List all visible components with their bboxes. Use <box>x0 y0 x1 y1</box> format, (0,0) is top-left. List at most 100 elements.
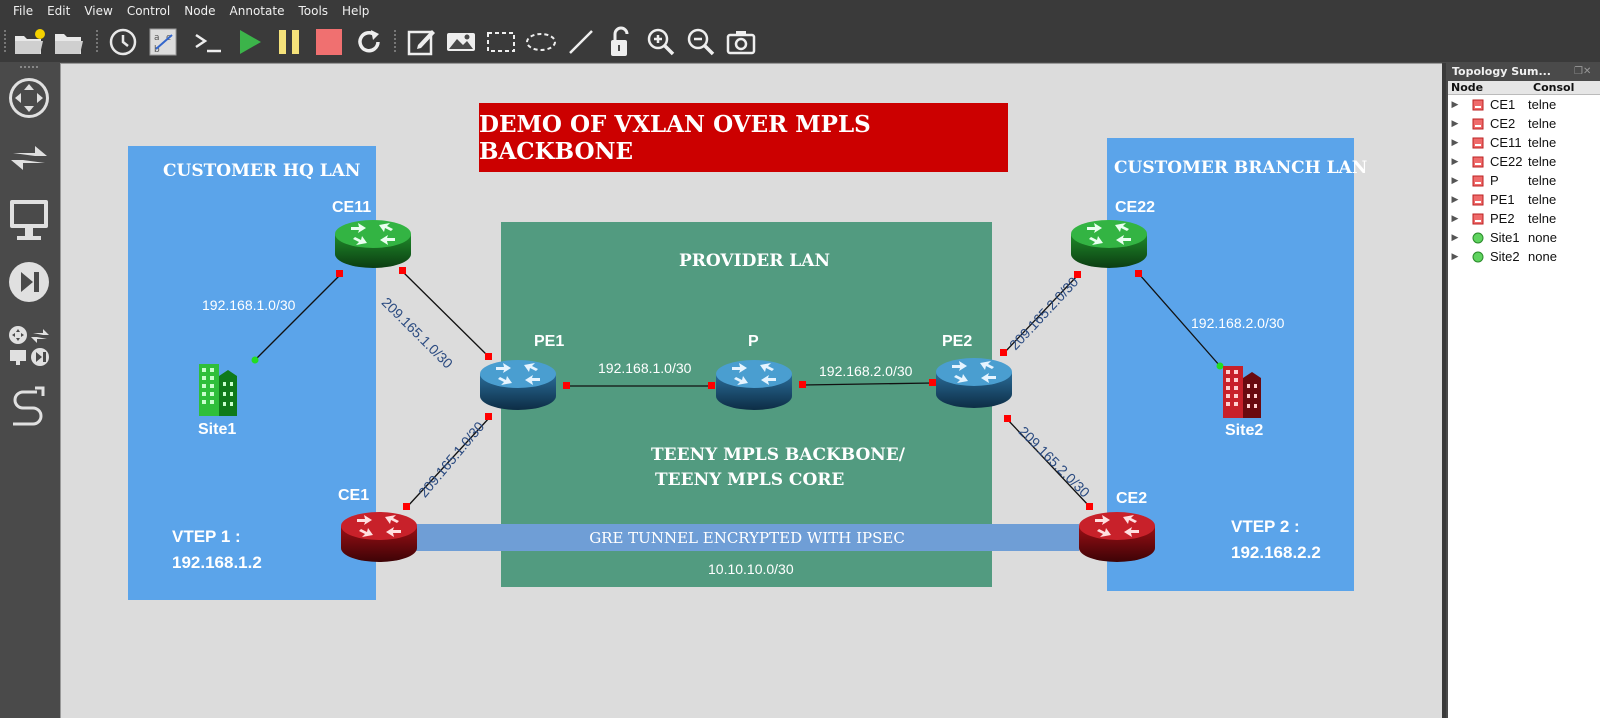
add-link-icon <box>13 386 45 426</box>
security-devices-button[interactable] <box>7 260 51 304</box>
node-label-ce2[interactable]: CE2 <box>1116 490 1147 508</box>
link-ce11-pe1[interactable] <box>401 270 490 358</box>
switches-icon <box>11 146 47 170</box>
tree-row-pe1[interactable]: ▶ PE1 telne <box>1448 190 1600 209</box>
expand-arrow-icon[interactable]: ▶ <box>1448 138 1462 148</box>
zoom-in-button[interactable] <box>644 25 678 59</box>
net-label-site1-ce11[interactable]: 192.168.1.0/30 <box>202 297 295 313</box>
link-p-pe2[interactable] <box>802 382 934 386</box>
routers-button[interactable] <box>7 76 51 120</box>
start-all-button[interactable] <box>232 25 266 59</box>
expand-arrow-icon[interactable]: ▶ <box>1448 233 1462 243</box>
router-green-icon <box>335 220 411 268</box>
node-label-p[interactable]: P <box>748 333 759 351</box>
node-label-pe1[interactable]: PE1 <box>534 333 564 351</box>
port-indicator <box>799 381 806 388</box>
column-node[interactable]: Node <box>1448 81 1530 94</box>
tree-row-site1[interactable]: ▶ Site1 none <box>1448 228 1600 247</box>
router-ce1[interactable] <box>339 508 419 570</box>
gns3-window: File Edit View Control Node Annotate Too… <box>0 0 1600 718</box>
tree-row-ce2[interactable]: ▶ CE2 telne <box>1448 114 1600 133</box>
menu-annotate[interactable]: Annotate <box>223 0 292 22</box>
screenshot-button[interactable] <box>724 25 758 59</box>
node-label-ce22[interactable]: CE22 <box>1115 199 1155 217</box>
node-label-site1[interactable]: Site1 <box>198 421 236 439</box>
switches-button[interactable] <box>7 136 51 180</box>
net-label-pe1-p[interactable]: 192.168.1.0/30 <box>598 360 691 376</box>
expand-arrow-icon[interactable]: ▶ <box>1448 119 1462 129</box>
node-label-ce11[interactable]: CE11 <box>332 199 371 217</box>
building-site1[interactable] <box>197 360 241 422</box>
end-devices-button[interactable] <box>7 196 51 244</box>
add-note-button[interactable] <box>404 25 438 59</box>
link-site1-ce11[interactable] <box>254 273 342 361</box>
add-link-button[interactable] <box>7 384 51 432</box>
menu-file[interactable]: File <box>6 0 40 22</box>
new-project-button[interactable] <box>12 25 46 59</box>
vtep1-label[interactable]: VTEP 1 : 192.168.1.2 <box>172 524 262 576</box>
draw-line-button[interactable] <box>564 25 598 59</box>
tree-row-p[interactable]: ▶ Ptelne <box>1448 171 1600 190</box>
tree-row-ce11[interactable]: ▶ CE11 telne <box>1448 133 1600 152</box>
show-interface-labels-button[interactable]: acb <box>146 25 180 59</box>
node-label-pe2[interactable]: PE2 <box>942 333 972 351</box>
node-label-ce1[interactable]: CE1 <box>338 487 369 505</box>
node-stopped-icon <box>1470 175 1486 187</box>
net-label-ce22-site2[interactable]: 192.168.2.0/30 <box>1191 315 1284 331</box>
router-ce2[interactable] <box>1077 508 1157 570</box>
console-all-button[interactable] <box>192 25 226 59</box>
router-p[interactable] <box>714 356 794 418</box>
pause-all-button[interactable] <box>272 25 306 59</box>
node-stopped-icon <box>1470 194 1486 206</box>
snapshot-button[interactable] <box>106 25 140 59</box>
toolbar-handle <box>4 30 6 54</box>
vtep2-label[interactable]: VTEP 2 : 192.168.2.2 <box>1231 514 1321 566</box>
router-red-icon <box>1079 512 1155 562</box>
building-site2[interactable] <box>1221 362 1265 424</box>
expand-arrow-icon[interactable]: ▶ <box>1448 214 1462 224</box>
menu-edit[interactable]: Edit <box>40 0 77 22</box>
all-devices-button[interactable] <box>7 324 51 368</box>
expand-arrow-icon[interactable]: ▶ <box>1448 176 1462 186</box>
menu-view[interactable]: View <box>77 0 119 22</box>
net-label-p-pe2[interactable]: 192.168.2.0/30 <box>819 363 912 379</box>
topology-summary-title: Topology Sum... <box>1452 65 1551 78</box>
vtep1-line2: 192.168.1.2 <box>172 553 262 572</box>
float-dock-icon[interactable]: ❐ <box>1574 66 1583 77</box>
menu-control[interactable]: Control <box>120 0 177 22</box>
topology-canvas[interactable]: DEMO OF VXLAN OVER MPLS BACKBONE CUSTOME… <box>60 63 1442 718</box>
menu-tools[interactable]: Tools <box>291 0 335 22</box>
expand-arrow-icon[interactable]: ▶ <box>1448 195 1462 205</box>
open-project-button[interactable] <box>52 25 86 59</box>
vtep1-line1: VTEP 1 : <box>172 527 241 546</box>
expand-arrow-icon[interactable]: ▶ <box>1448 252 1462 262</box>
reload-all-button[interactable] <box>352 25 386 59</box>
node-label-site2[interactable]: Site2 <box>1225 422 1263 440</box>
start-icon <box>240 30 261 54</box>
lock-unlock-button[interactable] <box>604 25 638 59</box>
menu-help[interactable]: Help <box>335 0 376 22</box>
tree-row-site2[interactable]: ▶ Site2 none <box>1448 247 1600 266</box>
router-ce22[interactable] <box>1069 216 1149 276</box>
menu-node[interactable]: Node <box>177 0 222 22</box>
column-console[interactable]: Consol <box>1530 81 1574 94</box>
dock-handle <box>20 64 40 70</box>
screenshot-icon <box>726 31 756 55</box>
draw-ellipse-button[interactable] <box>524 25 558 59</box>
zoom-out-button[interactable] <box>684 25 718 59</box>
router-pe1[interactable] <box>478 356 558 418</box>
router-ce11[interactable] <box>333 216 413 276</box>
expand-arrow-icon[interactable]: ▶ <box>1448 100 1462 110</box>
router-pe2[interactable] <box>934 354 1014 416</box>
tree-row-ce1[interactable]: ▶ CE1 telne <box>1448 95 1600 114</box>
tree-node-console: telne <box>1528 173 1557 188</box>
insert-image-button[interactable] <box>444 25 478 59</box>
net-label-tunnel[interactable]: 10.10.10.0/30 <box>708 561 794 577</box>
tree-row-ce22[interactable]: ▶ CE22 telne <box>1448 152 1600 171</box>
expand-arrow-icon[interactable]: ▶ <box>1448 157 1462 167</box>
close-dock-icon[interactable]: ✕ <box>1583 66 1591 77</box>
draw-rectangle-button[interactable] <box>484 25 518 59</box>
tree-row-pe2[interactable]: ▶ PE2 telne <box>1448 209 1600 228</box>
tree-node-name: Site2 <box>1490 249 1520 264</box>
stop-all-button[interactable] <box>312 25 346 59</box>
